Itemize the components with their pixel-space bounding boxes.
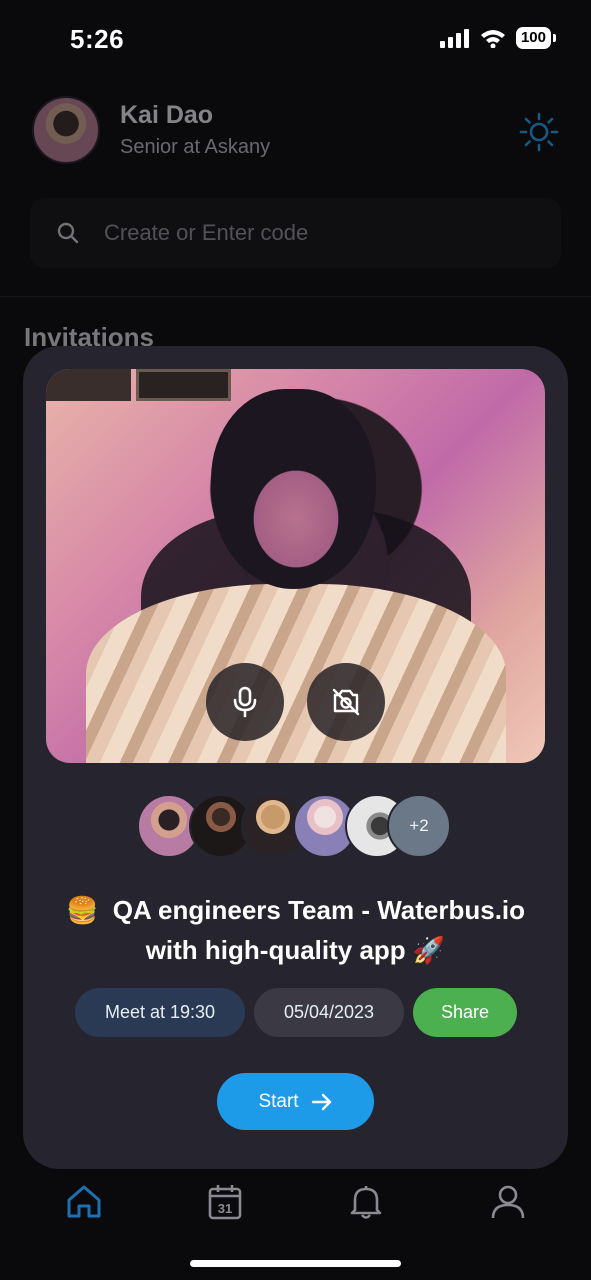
video-preview (46, 369, 545, 763)
camera-off-icon (332, 688, 360, 716)
profile-role: Senior at Askany (120, 136, 271, 158)
wall-picture (136, 369, 231, 401)
bottom-navigation: 31 (0, 1172, 591, 1242)
microphone-toggle-button[interactable] (206, 663, 284, 741)
battery-indicator: 100 (515, 27, 557, 49)
title-line2: with high-quality app (145, 935, 406, 965)
search-icon (57, 222, 79, 244)
avatar[interactable] (32, 96, 100, 164)
profile-name: Kai Dao (120, 101, 214, 129)
meeting-card: +2 🍔 QA engineers Team - Waterbus.io wit… (23, 346, 568, 1169)
microphone-icon (233, 686, 257, 718)
calendar-day: 31 (218, 1201, 232, 1216)
title-emoji: 🍔 (65, 895, 99, 925)
nav-notifications[interactable] (346, 1182, 386, 1222)
wall-picture (46, 369, 131, 401)
profile-header[interactable]: Kai Dao Senior at Askany (32, 96, 270, 164)
search-bar[interactable] (30, 198, 561, 268)
status-bar: 5:26 100 (0, 0, 591, 80)
calendar-icon: 31 (208, 1185, 242, 1220)
title-end-emoji: 🚀 (412, 935, 446, 965)
person-shirt (86, 584, 506, 763)
person-head (211, 389, 376, 589)
bell-icon (350, 1186, 382, 1219)
theme-toggle-button[interactable] (519, 112, 559, 152)
meeting-time-chip: Meet at 19:30 (75, 988, 245, 1037)
start-label: Start (258, 1090, 299, 1112)
signal-icon (439, 29, 469, 48)
profile-text: Kai Dao Senior at Askany (120, 101, 270, 159)
share-button[interactable]: Share (413, 988, 517, 1037)
meeting-date-chip: 05/04/2023 (254, 988, 404, 1037)
title-line1: QA engineers Team - Waterbus.io (112, 895, 526, 925)
home-indicator[interactable] (190, 1260, 401, 1267)
arrow-right-icon (311, 1093, 331, 1110)
meeting-title: 🍔 QA engineers Team - Waterbus.io with h… (43, 890, 548, 970)
camera-toggle-button[interactable] (307, 663, 385, 741)
user-icon (491, 1185, 525, 1219)
nav-profile[interactable] (488, 1182, 528, 1222)
search-input[interactable] (104, 220, 524, 246)
more-participants-badge: +2 (387, 794, 451, 858)
home-icon (67, 1185, 101, 1218)
nav-home[interactable] (64, 1182, 104, 1222)
meeting-info-chips: Meet at 19:30 05/04/2023 Share (75, 988, 517, 1037)
sun-icon (519, 112, 559, 152)
status-time: 5:26 (70, 24, 125, 54)
wifi-icon (480, 30, 505, 48)
divider (0, 296, 591, 297)
status-icons: 100 (439, 27, 557, 49)
start-button[interactable]: Start (217, 1073, 374, 1130)
nav-calendar[interactable]: 31 (205, 1182, 245, 1222)
